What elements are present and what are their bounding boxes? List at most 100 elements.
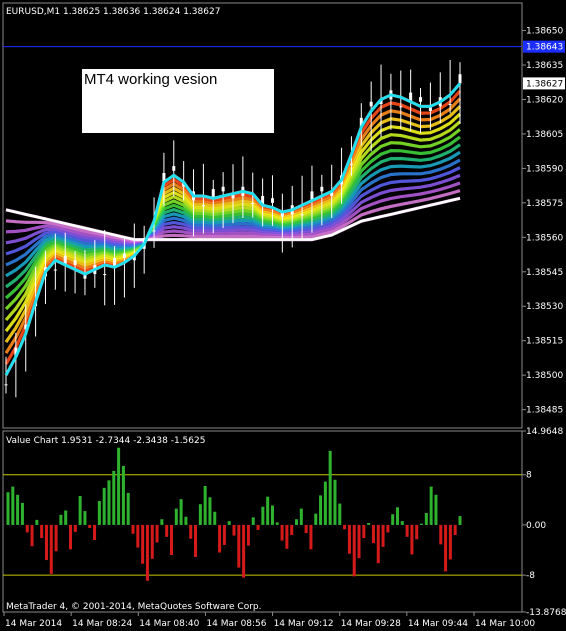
price-tick-label: 1.38545	[526, 268, 563, 278]
candle-body	[320, 186, 324, 192]
value-bar	[169, 524, 173, 556]
value-bar	[189, 524, 193, 539]
candle-body	[349, 163, 353, 165]
value-bar	[319, 495, 323, 525]
value-bar	[343, 524, 347, 530]
candle-body	[73, 260, 77, 265]
value-bar	[304, 524, 308, 534]
value-bar	[328, 450, 332, 525]
value-bar	[439, 524, 443, 545]
value-bar	[136, 524, 140, 548]
candle-body	[270, 198, 274, 203]
value-bar	[309, 524, 313, 550]
value-bar	[194, 524, 198, 557]
price-tick-label: 1.38605	[526, 130, 563, 140]
value-bar	[49, 524, 53, 574]
value-bar	[299, 508, 303, 525]
value-bar	[35, 519, 39, 525]
time-tick-label: 14 Mar 09:12	[274, 619, 334, 629]
price-tick-label: 1.38575	[526, 199, 563, 209]
value-chart-panel	[3, 447, 522, 581]
time-tick-label: 14 Mar 10:00	[475, 619, 535, 629]
value-bar	[126, 492, 130, 525]
value-bar	[64, 510, 68, 525]
value-bar	[314, 513, 318, 525]
osc-tick-label: -13.8768	[526, 608, 566, 618]
candle-body	[122, 253, 126, 258]
value-bar	[232, 524, 236, 536]
value-bar	[160, 519, 164, 525]
value-bar	[280, 524, 284, 541]
value-bar	[30, 524, 34, 547]
price-tick-label: 1.38485	[526, 406, 563, 416]
value-bar	[429, 486, 433, 525]
value-bar	[179, 499, 183, 525]
candle-body	[221, 186, 225, 192]
value-bar	[227, 521, 231, 525]
value-bar	[362, 524, 366, 539]
value-bar	[420, 523, 424, 525]
value-bar	[251, 517, 255, 525]
value-bar	[275, 522, 279, 525]
value-bar	[285, 524, 289, 549]
last-label: 1.38627	[526, 79, 563, 89]
value-bar	[410, 524, 414, 555]
value-bar	[371, 524, 375, 544]
value-bar	[352, 524, 356, 577]
value-bar	[261, 506, 265, 525]
value-bar	[295, 519, 299, 525]
copyright-footer: MetaTrader 4, © 2001-2014, MetaQuotes So…	[6, 602, 262, 612]
time-tick-label: 14 Mar 09:28	[341, 619, 401, 629]
value-bar	[290, 524, 294, 535]
value-bar	[203, 486, 207, 525]
value-bar	[347, 524, 351, 554]
value-bar	[69, 524, 73, 550]
price-tick-label: 1.38620	[526, 95, 563, 105]
value-bar	[6, 492, 10, 525]
osc-tick-label: 14.9648	[526, 427, 563, 437]
bid-label: 1.38643	[526, 43, 563, 53]
candle-body	[152, 230, 156, 232]
price-tick-label: 1.38500	[526, 371, 563, 381]
value-bar	[405, 524, 409, 537]
value-bar	[266, 496, 270, 525]
value-bar	[256, 524, 260, 530]
symbol-header: EURUSD,M1 1.38625 1.38636 1.38624 1.3862…	[6, 7, 220, 17]
value-bar	[131, 524, 135, 534]
value-bar	[73, 524, 77, 532]
value-bar	[112, 470, 116, 525]
value-bar	[93, 524, 97, 540]
time-tick-label: 14 Mar 2014	[5, 619, 62, 629]
price-tick-label: 1.38560	[526, 233, 563, 243]
value-bar	[391, 514, 395, 525]
value-bar	[323, 481, 327, 525]
value-bar	[395, 507, 399, 525]
value-bar	[40, 524, 44, 539]
value-bar	[25, 524, 29, 533]
value-bar	[444, 524, 448, 572]
osc-tick-label: 0.00	[526, 521, 546, 531]
value-bar	[246, 524, 250, 546]
candle-body	[53, 269, 57, 271]
value-bar	[218, 524, 222, 553]
value-bar	[400, 521, 404, 525]
value-bar	[448, 524, 452, 560]
value-bar	[155, 524, 159, 543]
price-tick-label: 1.38530	[526, 302, 563, 312]
value-bar	[367, 523, 371, 525]
osc-header: Value Chart 1.9531 -2.7344 -2.3438 -1.56…	[6, 436, 205, 446]
value-bar	[174, 508, 178, 525]
value-bar	[381, 524, 385, 547]
value-bar	[453, 524, 457, 535]
price-tick-label: 1.38515	[526, 337, 563, 347]
candle-body	[201, 205, 205, 207]
value-bar	[338, 503, 342, 525]
time-tick-label: 14 Mar 08:56	[206, 619, 266, 629]
value-bar	[424, 512, 428, 525]
value-bar	[16, 494, 20, 525]
price-tick-label: 1.38650	[526, 27, 563, 37]
value-bar	[20, 502, 24, 525]
candle-body	[172, 166, 176, 171]
value-bar	[270, 505, 274, 525]
value-bar	[83, 511, 87, 525]
